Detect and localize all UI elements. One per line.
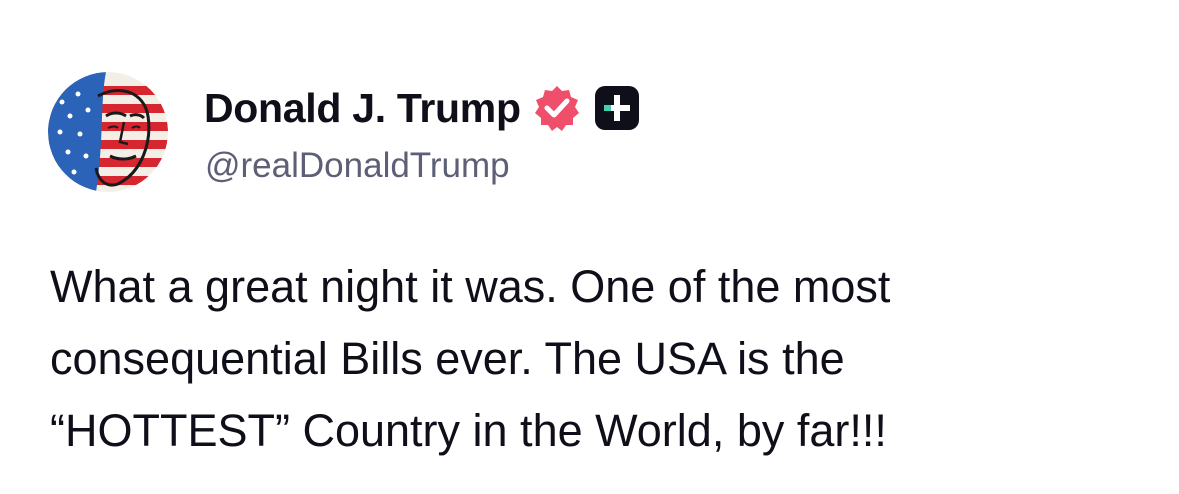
post-text-line: What a great night it was. One of the mo… [50, 261, 891, 312]
avatar-image [48, 72, 168, 192]
avatar[interactable] [48, 72, 168, 192]
post-text-line: “HOTTEST” Country in the World, by far!!… [50, 405, 887, 456]
author-handle[interactable]: @realDonaldTrump [205, 146, 510, 186]
post-text: What a great night it was. One of the mo… [50, 251, 1110, 467]
author-name-row: Donald J. Trump [204, 80, 639, 136]
truth-plus-icon [594, 86, 639, 130]
author-display-name[interactable]: Donald J. Trump [204, 85, 521, 132]
verified-badge-icon [533, 84, 581, 132]
truth-post: Donald J. Trump @realDonaldTrump What a … [0, 0, 1179, 494]
post-text-line: consequential Bills ever. The USA is the [50, 333, 845, 384]
